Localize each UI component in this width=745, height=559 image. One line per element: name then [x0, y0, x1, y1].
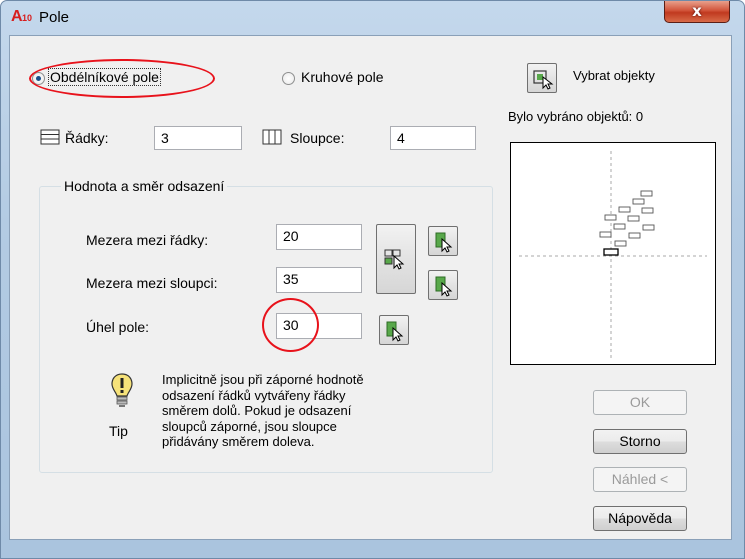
dialog-client-area: Obdélníkové pole Kruhové pole Vybrat obj…: [9, 35, 732, 540]
close-icon: x: [692, 2, 702, 20]
array-preview-drawing: [519, 151, 707, 358]
window-title: Pole: [39, 9, 70, 26]
tip-caption: Tip: [109, 423, 128, 439]
polar-array-radio[interactable]: [282, 72, 295, 85]
pick-angle-button[interactable]: [379, 315, 409, 345]
columns-input[interactable]: 4: [390, 126, 476, 150]
tip-line: odsazení řádků vytvářeny řádky: [162, 387, 346, 403]
pick-point-icon: [386, 321, 404, 342]
dialog-window: A 10 Pole x Obdélníkové pole Kruhové pol…: [0, 0, 745, 559]
offset-group-title: Hodnota a směr odsazení: [61, 178, 228, 194]
pick-both-offsets-icon: [384, 249, 405, 270]
select-objects-button[interactable]: [527, 63, 557, 93]
ok-button[interactable]: OK: [593, 390, 687, 415]
close-button[interactable]: x: [664, 1, 730, 23]
annotation-ring-angle: [262, 298, 319, 352]
column-offset-input[interactable]: 35: [276, 267, 362, 293]
rows-icon: [40, 129, 60, 145]
pick-column-offset-button[interactable]: [428, 270, 458, 300]
selected-count-status: Bylo vybráno objektů: 0: [508, 109, 644, 124]
pick-point-icon: [435, 276, 453, 297]
title-bar[interactable]: A 10 Pole x: [1, 1, 744, 35]
tip-line: Implicitně jsou při záporné hodnotě: [162, 372, 364, 387]
columns-icon: [262, 129, 282, 145]
annotation-ring-rectangular: [29, 59, 215, 98]
tip-text: Implicitně jsou při záporné hodnotě odsa…: [162, 372, 364, 450]
pick-point-icon: [435, 232, 453, 253]
angle-label: Úhel pole:: [86, 319, 150, 335]
cancel-button[interactable]: Storno: [593, 429, 687, 454]
rows-input[interactable]: 3: [154, 126, 242, 150]
help-button[interactable]: Nápověda: [593, 506, 687, 531]
pick-both-offsets-button[interactable]: [376, 224, 416, 294]
tip-line: přidávány směrem doleva.: [162, 434, 315, 449]
tip-line: sloupců záporné, jsou sloupce: [162, 418, 337, 434]
select-objects-icon: [533, 70, 554, 90]
preview-button[interactable]: Náhled <: [593, 467, 687, 492]
array-preview-pane: [510, 142, 716, 365]
lightbulb-icon: [111, 373, 133, 407]
row-offset-input[interactable]: 20: [276, 224, 362, 250]
columns-label: Sloupce:: [290, 130, 345, 146]
autocad-app-icon: A 10: [11, 8, 33, 25]
rows-label: Řádky:: [65, 130, 109, 146]
column-offset-label: Mezera mezi sloupci:: [86, 275, 218, 291]
row-offset-label: Mezera mezi řádky:: [86, 232, 209, 248]
polar-array-label[interactable]: Kruhové pole: [301, 69, 384, 85]
tip-line: směrem dolů. Pokud je odsazení: [162, 403, 352, 418]
select-objects-label: Vybrat objekty: [573, 68, 655, 83]
pick-row-offset-button[interactable]: [428, 226, 458, 256]
